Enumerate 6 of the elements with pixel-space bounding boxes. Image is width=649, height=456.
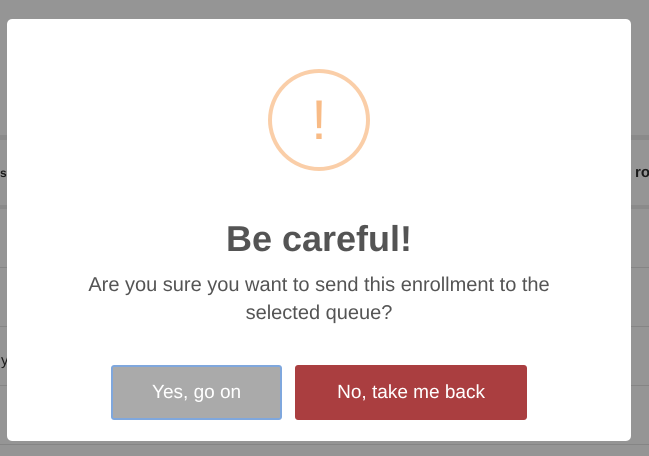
dialog-message: Are you sure you want to send this enrollment to the selected queue? (87, 273, 551, 326)
warning-icon: ! (268, 69, 370, 171)
cancel-button[interactable]: No, take me back (295, 365, 527, 420)
dialog-title: Be careful! (226, 219, 412, 259)
column-header: s (0, 166, 7, 180)
column-header: ro (635, 164, 649, 181)
